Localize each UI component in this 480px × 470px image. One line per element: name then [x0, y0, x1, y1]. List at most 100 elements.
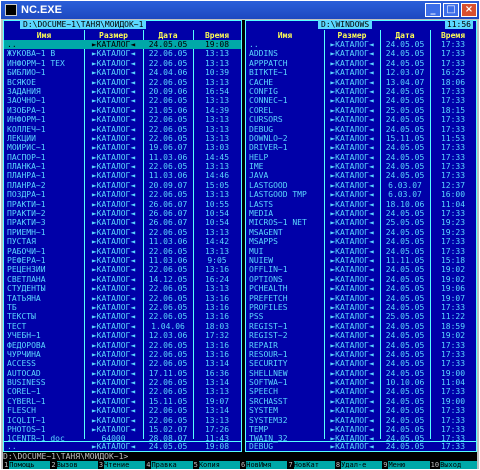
file-row[interactable]: РЕФЕРА~1 ►КАТАЛОГ◄ 11.03.06 9:05: [4, 256, 241, 265]
file-row[interactable]: SYSTEM32 ►КАТАЛОГ◄ 24.05.05 17:33: [246, 416, 476, 425]
file-row[interactable]: .. ►КАТАЛОГ◄ 24.05.05 17:33: [246, 40, 476, 49]
left-panel[interactable]: D:\DOCUME~1\ТАНЯ\МОИДОК~1 Имя Размер Дат…: [3, 20, 242, 452]
file-row[interactable]: ТЕКСТЫ ►КАТАЛОГ◄ 22.06.05 13:16: [4, 312, 241, 321]
file-row[interactable]: COREL~1 ►КАТАЛОГ◄ 22.06.05 13:13: [4, 387, 241, 396]
file-row[interactable]: REPAIR ►КАТАЛОГ◄ 24.05.05 17:33: [246, 341, 476, 350]
file-row[interactable]: SECURITY ►КАТАЛОГ◄ 24.05.05 17:33: [246, 359, 476, 368]
file-row[interactable]: LASTGOOD TMP ►КАТАЛОГ◄ 6.03.07 16:00: [246, 190, 476, 199]
minimize-button[interactable]: _: [425, 3, 441, 17]
fkey-6[interactable]: 6 НовИмя: [240, 461, 288, 469]
file-row[interactable]: LASTS ►КАТАЛОГ◄ 18.10.06 11:04: [246, 200, 476, 209]
file-row[interactable]: REGIST~1 ►КАТАЛОГ◄ 24.05.05 18:59: [246, 322, 476, 331]
file-row[interactable]: MUI ►КАТАЛОГ◄ 24.05.05 17:33: [246, 247, 476, 256]
fkey-10[interactable]: 10 Выход: [430, 461, 477, 469]
file-row[interactable]: ПРАКТИ~2 ►КАТАЛОГ◄ 26.06.07 10:54: [4, 209, 241, 218]
right-panel[interactable]: D:\WINDOWS 11:56 Имя Размер Дата Время .…: [245, 20, 477, 452]
file-row[interactable]: MICROS~1 NET ►КАТАЛОГ◄ 25.05.05 19:23: [246, 218, 476, 227]
file-row[interactable]: ФЕДОРОВА ►КАТАЛОГ◄ 22.06.05 13:16: [4, 341, 241, 350]
file-row[interactable]: ПЛАНКА~1 ►КАТАЛОГ◄ 22.06.05 13:13: [4, 162, 241, 171]
file-row[interactable]: ACCESS ►КАТАЛОГ◄ 22.06.05 13:14: [4, 359, 241, 368]
fkey-1[interactable]: 1 Помощь: [3, 461, 51, 469]
file-row[interactable]: КОЛЛЕЧ~1 ►КАТАЛОГ◄ 22.06.05 13:13: [4, 125, 241, 134]
file-row[interactable]: SHELLNEW ►КАТАЛОГ◄ 24.05.05 19:00: [246, 369, 476, 378]
file-row[interactable]: PCHEALTH ►КАТАЛОГ◄ 24.05.05 19:06: [246, 284, 476, 293]
fkey-5[interactable]: 5 Копия: [193, 461, 241, 469]
command-line[interactable]: D:\DOCUME~1\ТАНЯ\МОИДОК~1>: [3, 453, 477, 461]
file-row[interactable]: MEDIA ►КАТАЛОГ◄ 24.05.05 17:33: [246, 209, 476, 218]
file-row[interactable]: ICQLIT~1 ►КАТАЛОГ◄ 22.06.05 13:13: [4, 416, 241, 425]
file-row[interactable]: ПУСТАЯ ►КАТАЛОГ◄ 11.03.06 14:42: [4, 237, 241, 246]
close-button[interactable]: ×: [461, 3, 477, 17]
file-row[interactable]: SRCHASST ►КАТАЛОГ◄ 24.05.05 19:00: [246, 397, 476, 406]
file-row[interactable]: DEBUG ►КАТАЛОГ◄ 24.05.05 17:33: [246, 125, 476, 134]
file-row[interactable]: OFFLIN~1 ►КАТАЛОГ◄ 24.05.05 19:02: [246, 265, 476, 274]
file-row[interactable]: СТУДЕНТЫ ►КАТАЛОГ◄ 22.06.05 13:13: [4, 284, 241, 293]
fkey-3[interactable]: 3 Чтение: [98, 461, 146, 469]
file-row[interactable]: SPEECH ►КАТАЛОГ◄ 24.05.05 17:33: [246, 387, 476, 396]
file-row[interactable]: BUSINESS ►КАТАЛОГ◄ 22.06.05 13:14: [4, 378, 241, 387]
file-row[interactable]: ADDINS ►КАТАЛОГ◄ 24.05.05 17:33: [246, 49, 476, 58]
file-row[interactable]: FLESCH ►КАТАЛОГ◄ 22.06.05 13:14: [4, 406, 241, 415]
file-row[interactable]: ПРИЕМН~1 ►КАТАЛОГ◄ 22.06.05 13:13: [4, 228, 241, 237]
file-row[interactable]: СВЕТЛАНА ►КАТАЛОГ◄ 14.12.05 16:24: [4, 275, 241, 284]
file-row[interactable]: OPTIONS ►КАТАЛОГ◄ 24.05.05 19:02: [246, 275, 476, 284]
file-row[interactable]: PHOTOS~1 ►КАТАЛОГ◄ 15.02.07 17:26: [4, 425, 241, 434]
file-row[interactable]: ЗАДАНИЯ ►КАТАЛОГ◄ 20.09.06 16:54: [4, 87, 241, 96]
file-row[interactable]: CONNEC~1 ►КАТАЛОГ◄ 24.05.05 17:33: [246, 96, 476, 105]
fkey-2[interactable]: 2 Вызов: [50, 461, 98, 469]
title-bar[interactable]: NC.EXE _ □ ×: [1, 1, 479, 19]
file-row[interactable]: ПОЗДРА~1 ►КАТАЛОГ◄ 22.06.05 13:13: [4, 190, 241, 199]
file-row[interactable]: ТЕСТ ►КАТАЛОГ◄ 1.04.06 18:03: [4, 322, 241, 331]
maximize-button[interactable]: □: [443, 3, 459, 17]
file-row[interactable]: ИНФОРМ~1 TEX ►КАТАЛОГ◄ 22.06.05 13:13: [4, 59, 241, 68]
file-row[interactable]: ТАТЬЯНА ►КАТАЛОГ◄ 22.06.05 13:16: [4, 294, 241, 303]
file-row[interactable]: ЖУКОВА~1 В ►КАТАЛОГ◄ 22.06.05 13:13: [4, 49, 241, 58]
file-row[interactable]: ПРАКТИ~1 ►КАТАЛОГ◄ 26.06.07 10:55: [4, 200, 241, 209]
file-row[interactable]: IME ►КАТАЛОГ◄ 24.05.05 17:33: [246, 162, 476, 171]
file-row[interactable]: ПАСПОР~1 ►КАТАЛОГ◄ 11.03.06 14:45: [4, 153, 241, 162]
file-row[interactable]: ЛЕКЦИИ ►КАТАЛОГ◄ 22.06.05 13:13: [4, 134, 241, 143]
file-row[interactable]: PROFILES ►КАТАЛОГ◄ 24.05.05 17:33: [246, 303, 476, 312]
file-row[interactable]: PREFETCH ►КАТАЛОГ◄ 24.05.05 19:07: [246, 294, 476, 303]
file-row[interactable]: LASTGOOD ►КАТАЛОГ◄ 6.03.07 12:37: [246, 181, 476, 190]
file-row[interactable]: ТБ ►КАТАЛОГ◄ 22.06.05 13:16: [4, 303, 241, 312]
file-row[interactable]: ИНФОРМ~1 ►КАТАЛОГ◄ 22.06.05 13:13: [4, 115, 241, 124]
file-row[interactable]: TEMP ►КАТАЛОГ◄ 24.05.05 17:33: [246, 425, 476, 434]
file-row[interactable]: DOWNLO~2 ►КАТАЛОГ◄ 15.11.05 11:53: [246, 134, 476, 143]
file-row[interactable]: APPPATCH ►КАТАЛОГ◄ 24.05.05 17:33: [246, 59, 476, 68]
file-row[interactable]: REGIST~2 ►КАТАЛОГ◄ 24.05.05 19:02: [246, 331, 476, 340]
file-row[interactable]: МОИРИС~1 ►КАТАЛОГ◄ 19.06.07 13:03: [4, 143, 241, 152]
file-row[interactable]: CONFIG ►КАТАЛОГ◄ 24.05.05 17:33: [246, 87, 476, 96]
file-row[interactable]: PSS ►КАТАЛОГ◄ 25.05.05 11:22: [246, 312, 476, 321]
fkey-7[interactable]: 7 НовКат: [287, 461, 335, 469]
file-row[interactable]: РЕЦЕНЗИИ ►КАТАЛОГ◄ 22.06.05 13:16: [4, 265, 241, 274]
fkey-9[interactable]: 9 Меню: [382, 461, 430, 469]
file-row[interactable]: РАБОЧИ~1 ►КАТАЛОГ◄ 22.06.05 13:13: [4, 247, 241, 256]
file-row[interactable]: SOFTWA~1 ►КАТАЛОГ◄ 10.10.06 11:04: [246, 378, 476, 387]
file-row[interactable]: CYBERL~1 ►КАТАЛОГ◄ 15.11.05 19:07: [4, 397, 241, 406]
file-row[interactable]: ЧУРЧИНА ►КАТАЛОГ◄ 22.06.05 13:16: [4, 350, 241, 359]
file-row[interactable]: ПЛАНРА~2 ►КАТАЛОГ◄ 20.09.07 15:05: [4, 181, 241, 190]
file-row[interactable]: MSAGENT ►КАТАЛОГ◄ 24.05.05 19:23: [246, 228, 476, 237]
file-row[interactable]: BITKTE~1 ►КАТАЛОГ◄ 12.03.07 16:25: [246, 68, 476, 77]
file-row[interactable]: CACHE ►КАТАЛОГ◄ 13.04.07 18:06: [246, 78, 476, 87]
file-row[interactable]: ЗАОЧНО~1 ►КАТАЛОГ◄ 22.06.05 13:13: [4, 96, 241, 105]
file-row[interactable]: DRIVER~1 ►КАТАЛОГ◄ 24.05.05 17:33: [246, 143, 476, 152]
fkey-4[interactable]: 4 Правка: [145, 461, 193, 469]
file-row[interactable]: УЧЕБН~1 ►КАТАЛОГ◄ 12.03.06 17:32: [4, 331, 241, 340]
file-row[interactable]: ПРАКТИ~3 ►КАТАЛОГ◄ 26.06.07 10:54: [4, 218, 241, 227]
fkey-8[interactable]: 8 Удал-е: [335, 461, 383, 469]
file-row[interactable]: .. ►КАТАЛОГ◄ 24.05.05 19:08: [4, 40, 241, 50]
file-row[interactable]: SYSTEM ►КАТАЛОГ◄ 24.05.05 17:33: [246, 406, 476, 415]
file-row[interactable]: БИБЛИО~1 ►КАТАЛОГ◄ 24.04.06 10:39: [4, 68, 241, 77]
file-row[interactable]: AUTOCAD ►КАТАЛОГ◄ 17.11.05 16:36: [4, 369, 241, 378]
file-row[interactable]: CURSORS ►КАТАЛОГ◄ 24.05.05 17:33: [246, 115, 476, 124]
file-row[interactable]: ИЗОБРА~1 ►КАТАЛОГ◄ 21.05.06 14:39: [4, 106, 241, 115]
file-row[interactable]: COREL ►КАТАЛОГ◄ 25.05.05 18:15: [246, 106, 476, 115]
file-row[interactable]: NUIEW ►КАТАЛОГ◄ 11.11.05 15:18: [246, 256, 476, 265]
file-row[interactable]: RESOUR~1 ►КАТАЛОГ◄ 24.05.05 17:33: [246, 350, 476, 359]
file-row[interactable]: JAVA ►КАТАЛОГ◄ 24.05.05 17:33: [246, 171, 476, 180]
file-row[interactable]: HELP ►КАТАЛОГ◄ 24.05.05 17:33: [246, 153, 476, 162]
file-row[interactable]: ВСЯКОЕ ►КАТАЛОГ◄ 22.06.05 13:13: [4, 78, 241, 87]
file-row[interactable]: MSAPPS ►КАТАЛОГ◄ 24.05.05 17:33: [246, 237, 476, 246]
